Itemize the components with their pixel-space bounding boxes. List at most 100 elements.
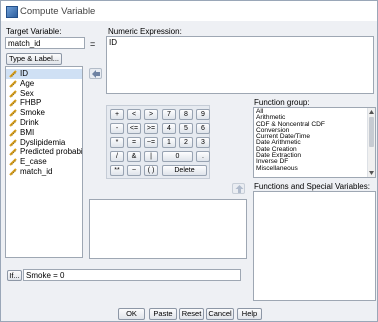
variable-item[interactable]: E_case	[6, 157, 82, 167]
variable-item[interactable]: Predicted probabili...	[6, 147, 82, 157]
function-group-scrollbar[interactable]	[367, 108, 375, 177]
numeric-expression-label: Numeric Expression:	[108, 27, 182, 36]
ruler-icon	[9, 148, 17, 157]
cancel-label: Cancel	[208, 309, 232, 318]
keypad-button[interactable]: 0	[162, 151, 193, 162]
function-group-label: Function group:	[254, 98, 310, 107]
variable-name: Dyslipidemia	[20, 137, 66, 147]
compute-variable-dialog: Compute Variable Target Variable: match_…	[0, 0, 378, 322]
ruler-icon	[9, 99, 17, 108]
ruler-icon	[9, 168, 17, 176]
numeric-expression-value: ID	[109, 38, 117, 47]
keypad-button[interactable]: 4	[162, 123, 176, 134]
keypad-button[interactable]: 8	[179, 109, 193, 120]
keypad-button[interactable]: >=	[144, 123, 158, 134]
variable-name: Smoke	[20, 108, 45, 118]
variable-item[interactable]: Smoke	[6, 108, 82, 118]
keypad-button[interactable]: 5	[179, 123, 193, 134]
keypad-button[interactable]: 7	[162, 109, 176, 120]
function-group-item[interactable]: Miscellaneous	[254, 165, 375, 172]
ok-button[interactable]: OK	[118, 308, 145, 320]
arrow-left-icon	[92, 70, 100, 78]
variable-name: Predicted probabili...	[20, 147, 83, 157]
arrow-up-icon	[235, 185, 244, 193]
keypad-button[interactable]: 1	[162, 137, 176, 148]
scroll-thumb[interactable]	[369, 117, 374, 147]
if-condition-value: Smoke = 0	[26, 271, 65, 280]
keypad-button[interactable]: |	[144, 151, 158, 162]
calculator-keypad: + < >7 8 9 - <= >= 4 5 6 * = ~= 1 2 3 /& | 0. ** ~( ) Delete	[106, 105, 210, 179]
move-to-expression-button[interactable]	[89, 68, 102, 79]
ruler-icon	[9, 109, 17, 117]
keypad-button[interactable]: 2	[179, 137, 193, 148]
keypad-button[interactable]: ~	[127, 165, 141, 176]
help-label: Help	[241, 309, 258, 318]
ruler-icon	[9, 80, 17, 88]
target-variable-input[interactable]: match_id	[5, 37, 85, 49]
title-bar: Compute Variable	[1, 1, 377, 21]
reset-button[interactable]: Reset	[179, 308, 204, 320]
ok-label: OK	[126, 309, 137, 318]
variable-item[interactable]: ID	[6, 69, 82, 79]
variable-item[interactable]: Age	[6, 79, 82, 89]
keypad-button[interactable]: +	[110, 109, 124, 120]
variable-item[interactable]: Drink	[6, 118, 82, 128]
window-title: Compute Variable	[20, 6, 96, 17]
ruler-icon	[9, 129, 17, 137]
keypad-button[interactable]: <	[127, 109, 141, 120]
type-label-button[interactable]: Type & Label...	[6, 53, 62, 65]
ruler-icon	[9, 138, 17, 147]
target-variable-label: Target Variable:	[6, 27, 62, 36]
paste-button[interactable]: Paste	[149, 308, 177, 320]
variable-name: E_case	[20, 157, 47, 167]
ruler-icon	[9, 89, 17, 98]
equals-sign: =	[90, 39, 96, 49]
keypad-button[interactable]: ~=	[144, 137, 158, 148]
keypad-button[interactable]: &	[127, 151, 141, 162]
keypad-button[interactable]: 9	[196, 109, 210, 120]
functions-special-variables-label: Functions and Special Variables:	[254, 182, 370, 191]
variable-item[interactable]: BMI	[6, 128, 82, 138]
keypad-button[interactable]: /	[110, 151, 124, 162]
keypad-button[interactable]: ( )	[144, 165, 158, 176]
keypad-button[interactable]: **	[110, 165, 124, 176]
keypad-button[interactable]: 6	[196, 123, 210, 134]
keypad-button[interactable]: *	[110, 137, 124, 148]
variable-item[interactable]: match_id	[6, 167, 82, 177]
functions-special-variables-list[interactable]	[253, 191, 376, 301]
keypad-button[interactable]: <=	[127, 123, 141, 134]
numeric-expression-field[interactable]: ID	[106, 36, 374, 94]
app-icon	[6, 6, 18, 18]
keypad-button[interactable]: >	[144, 109, 158, 120]
variable-name: BMI	[20, 127, 35, 137]
variable-name: Drink	[20, 117, 39, 127]
if-condition-field: Smoke = 0	[23, 269, 241, 281]
move-function-up-button[interactable]	[232, 183, 245, 194]
variable-item[interactable]: FHBP	[6, 98, 82, 108]
if-button[interactable]: If...	[7, 270, 22, 281]
keypad-button[interactable]: Delete	[162, 165, 207, 176]
keypad-button[interactable]: -	[110, 123, 124, 134]
variable-item[interactable]: Dyslipidemia	[6, 138, 82, 148]
ruler-icon	[9, 70, 17, 78]
variable-name: FHBP	[20, 98, 42, 108]
function-description-area	[89, 199, 247, 259]
variable-name: Age	[20, 78, 35, 88]
ruler-icon	[9, 119, 17, 127]
variable-name: ID	[20, 69, 28, 78]
variable-item[interactable]: Sex	[6, 89, 82, 99]
reset-label: Reset	[181, 309, 202, 318]
variable-list[interactable]: ID Age Sex FHBP Smoke Drink BMI Dyslipidemia Pre…	[5, 66, 83, 258]
scroll-down-icon[interactable]	[369, 170, 374, 176]
keypad-button[interactable]: 3	[196, 137, 210, 148]
keypad-button[interactable]: =	[127, 137, 141, 148]
target-variable-value: match_id	[8, 39, 41, 48]
scroll-up-icon[interactable]	[369, 109, 374, 115]
paste-label: Paste	[153, 309, 173, 318]
ruler-icon	[9, 158, 17, 166]
help-button[interactable]: Help	[237, 308, 262, 320]
cancel-button[interactable]: Cancel	[206, 308, 234, 320]
keypad-button[interactable]: .	[196, 151, 210, 162]
variable-name: Sex	[20, 88, 34, 98]
function-group-list[interactable]: All Arithmetic CDF & Noncentral CDF Convers…	[253, 107, 376, 178]
